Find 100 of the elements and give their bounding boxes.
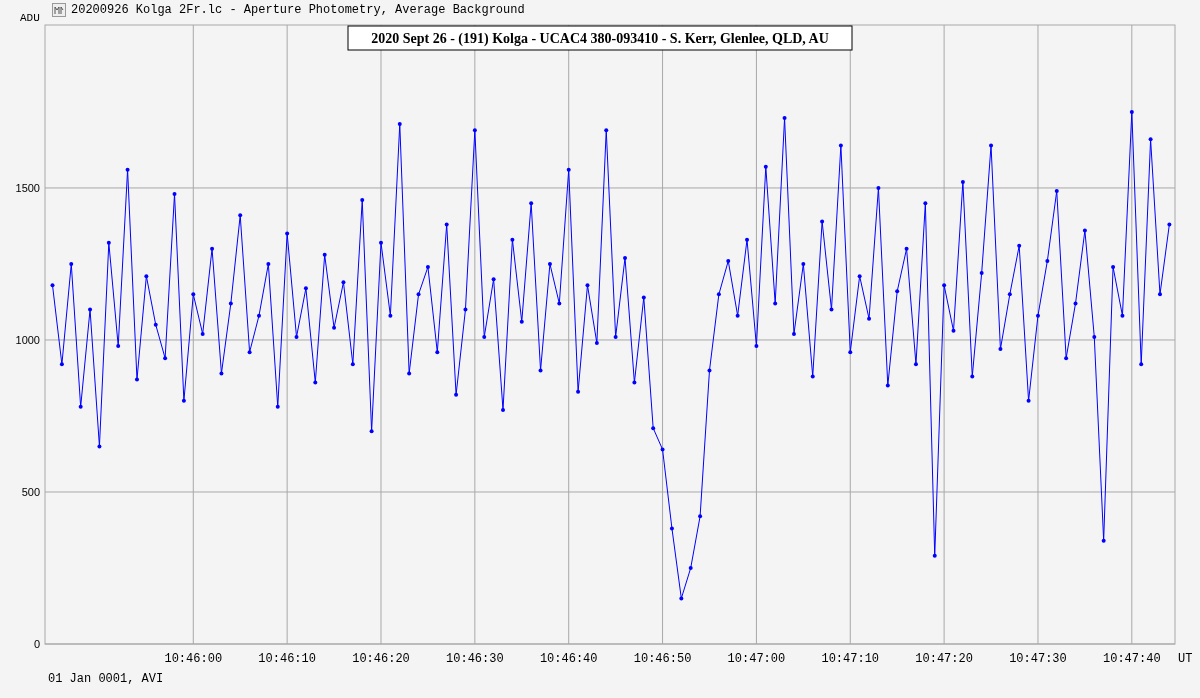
data-point: [698, 514, 703, 519]
data-point: [97, 444, 102, 449]
data-point: [641, 295, 646, 300]
data-point: [669, 526, 674, 531]
data-point: [1035, 313, 1040, 318]
data-point: [88, 307, 93, 312]
chart-title: 2020 Sept 26 - (191) Kolga - UCAC4 380-093410 - S. Kerr, Glenlee, QLD, AU: [347, 25, 853, 51]
data-point: [623, 255, 627, 260]
data-point: [181, 398, 186, 403]
x-tick-label: 10:47:10: [821, 652, 880, 666]
data-point: [970, 374, 975, 379]
data-point: [78, 404, 83, 409]
data-point: [238, 213, 243, 218]
data-point: [266, 261, 271, 266]
data-point: [998, 347, 1003, 352]
data-point: [106, 240, 111, 245]
y-tick-label: 1500: [15, 181, 40, 194]
data-point: [547, 261, 552, 266]
data-point: [904, 246, 909, 251]
data-point: [726, 258, 731, 263]
x-tick-label: 10:47:30: [1009, 652, 1067, 666]
data-point: [191, 292, 196, 297]
data-point: [228, 301, 233, 306]
data-point: [1045, 258, 1050, 263]
data-point: [1167, 222, 1172, 227]
data-point: [397, 122, 402, 127]
data-point: [960, 179, 965, 184]
data-point: [247, 350, 252, 355]
data-point: [604, 128, 609, 133]
data-point: [660, 447, 665, 452]
data-point: [510, 237, 515, 242]
data-point: [341, 280, 346, 285]
data-point: [153, 322, 158, 327]
data-point: [820, 219, 825, 224]
data-point: [1007, 292, 1012, 297]
x-tick-label: 10:46:20: [352, 652, 410, 666]
data-point: [219, 371, 224, 376]
data-point: [1064, 356, 1069, 361]
data-point: [613, 334, 618, 339]
data-point: [585, 283, 590, 288]
data-point: [210, 246, 215, 251]
data-point: [388, 313, 393, 318]
data-point: [867, 316, 872, 321]
data-point: [1148, 137, 1153, 142]
data-point: [1017, 243, 1022, 248]
data-point: [313, 380, 318, 385]
x-tick-label: 10:46:40: [539, 652, 598, 666]
window-title: 20200926 Kolga 2Fr.lc - Aperture Photometry, Average Background: [71, 3, 525, 17]
data-point: [125, 167, 130, 172]
data-point: [1120, 313, 1125, 318]
data-point: [200, 331, 205, 336]
data-point: [557, 301, 562, 306]
data-point: [379, 240, 383, 245]
data-point: [425, 265, 430, 269]
data-point: [989, 143, 994, 148]
data-point: [491, 277, 496, 282]
data-point: [782, 116, 787, 121]
footer-text: 01 Jan 0001, AVI: [48, 672, 165, 686]
data-point: [791, 331, 796, 336]
data-point: [932, 553, 937, 558]
x-tick-label: 10:46:00: [164, 652, 223, 666]
data-point: [763, 164, 768, 169]
data-point: [285, 231, 290, 236]
data-point: [1082, 228, 1087, 233]
data-point: [435, 350, 440, 355]
data-point: [735, 313, 740, 318]
data-point: [116, 344, 121, 349]
data-point: [538, 368, 543, 373]
data-point: [838, 143, 843, 148]
data-point: [144, 274, 149, 279]
data-point: [923, 201, 928, 206]
data-point: [1158, 292, 1162, 297]
y-tick-label: 1000: [15, 333, 40, 346]
data-point: [679, 596, 684, 601]
data-point: [745, 237, 750, 242]
data-point: [1101, 538, 1106, 543]
data-point: [257, 313, 261, 318]
data-point: [275, 404, 280, 409]
data-point: [951, 328, 956, 333]
data-point: [857, 274, 862, 279]
data-point: [135, 377, 139, 382]
data-point: [651, 426, 656, 431]
data-point: [829, 307, 834, 312]
data-point: [59, 362, 64, 367]
data-point: [848, 350, 853, 355]
data-point: [472, 128, 477, 133]
data-point: [172, 192, 177, 197]
data-point: [942, 283, 947, 288]
data-point: [566, 167, 571, 172]
data-point: [801, 261, 806, 266]
data-point: [1026, 398, 1031, 403]
data-point: [350, 362, 355, 367]
data-point: [754, 344, 759, 349]
data-point: [69, 261, 74, 266]
data-point: [1111, 265, 1116, 269]
x-tick-label: 10:46:50: [633, 652, 692, 666]
y-tick-label: 0: [33, 638, 40, 650]
x-tick-label: 10:47:20: [915, 652, 973, 666]
data-point: [1092, 334, 1097, 339]
data-point: [1073, 301, 1078, 306]
